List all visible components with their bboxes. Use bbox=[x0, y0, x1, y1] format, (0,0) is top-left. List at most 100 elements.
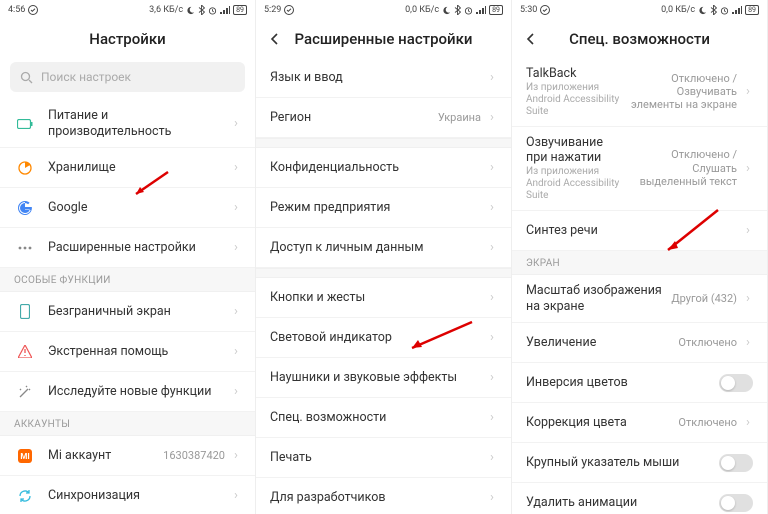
row-sub: Из приложения Android Accessibility Suit… bbox=[526, 166, 627, 202]
row-print[interactable]: Печать› bbox=[256, 438, 511, 478]
status-speed: 3,6 КБ/с bbox=[149, 5, 183, 15]
page-title: Расширенные настройки bbox=[295, 30, 473, 48]
moon-icon bbox=[442, 6, 451, 15]
row-display-scale[interactable]: Масштаб изображения на экране Другой (43… bbox=[512, 275, 767, 323]
row-label: Увеличение bbox=[526, 335, 678, 351]
header: Расширенные настройки bbox=[256, 20, 511, 58]
row-label: Mi аккаунт bbox=[48, 448, 163, 464]
row-language[interactable]: Язык и ввод› bbox=[256, 58, 511, 98]
chevron-right-icon: › bbox=[743, 161, 753, 176]
row-label: Синтез речи bbox=[526, 223, 743, 239]
row-led[interactable]: Световой индикатор› bbox=[256, 318, 511, 358]
signal-icon bbox=[732, 6, 742, 14]
row-large-pointer[interactable]: Крупный указатель мыши bbox=[512, 443, 767, 483]
signal-icon bbox=[220, 6, 230, 14]
row-sos[interactable]: Экстренная помощь › bbox=[0, 332, 255, 372]
chevron-right-icon: › bbox=[743, 415, 753, 430]
dots-icon bbox=[14, 246, 36, 250]
chevron-right-icon: › bbox=[231, 448, 241, 463]
check-icon bbox=[28, 5, 38, 15]
chevron-right-icon: › bbox=[487, 330, 497, 345]
row-label: TalkBack bbox=[526, 66, 627, 82]
row-value: Отключено bbox=[678, 416, 737, 429]
check-icon bbox=[540, 5, 550, 15]
chevron-right-icon: › bbox=[231, 240, 241, 255]
settings-list: Питание и производительность › Хранилище… bbox=[0, 100, 255, 514]
row-select-to-speak[interactable]: Озвучивание при нажатии Из приложения An… bbox=[512, 127, 767, 211]
row-sub: Из приложения Android Accessibility Suit… bbox=[526, 82, 627, 118]
row-mi-account[interactable]: MI Mi аккаунт 1630387420 › bbox=[0, 436, 255, 476]
row-value: Отключено / Озвучивать элементы на экран… bbox=[627, 72, 737, 112]
row-label: Удалить анимации bbox=[526, 495, 719, 511]
alarm-icon bbox=[720, 6, 729, 15]
row-label: Доступ к личным данным bbox=[270, 240, 487, 256]
row-personal-data[interactable]: Доступ к личным данным› bbox=[256, 228, 511, 268]
row-label: Синхронизация bbox=[48, 488, 231, 504]
signal-icon bbox=[476, 6, 486, 14]
row-buttons[interactable]: Кнопки и жесты› bbox=[256, 278, 511, 318]
row-magnification[interactable]: Увеличение Отключено › bbox=[512, 323, 767, 363]
row-headphones[interactable]: Наушники и звуковые эффекты› bbox=[256, 358, 511, 398]
row-developer[interactable]: Для разработчиков› bbox=[256, 478, 511, 514]
row-label: Коррекция цвета bbox=[526, 415, 678, 431]
row-label: Для разработчиков bbox=[270, 490, 487, 506]
row-region[interactable]: РегионУкраина› bbox=[256, 98, 511, 138]
back-button[interactable] bbox=[522, 30, 540, 48]
page-title: Спец. возможности bbox=[569, 30, 710, 48]
toggle[interactable] bbox=[719, 454, 753, 472]
page-title: Настройки bbox=[89, 30, 165, 48]
advanced-list: Язык и ввод› РегионУкраина› Конфиденциал… bbox=[256, 58, 511, 514]
chevron-right-icon: › bbox=[231, 344, 241, 359]
alarm-icon bbox=[208, 6, 217, 15]
row-label: Озвучивание при нажатии bbox=[526, 135, 627, 166]
search-placeholder: Поиск настроек bbox=[41, 70, 131, 84]
status-speed: 0,0 КБ/с bbox=[661, 5, 695, 15]
row-advanced[interactable]: Расширенные настройки › bbox=[0, 228, 255, 268]
row-color-correction[interactable]: Коррекция цвета Отключено › bbox=[512, 403, 767, 443]
row-label: Наушники и звуковые эффекты bbox=[270, 370, 487, 386]
row-label: Инверсия цветов bbox=[526, 375, 719, 391]
status-bar: 5:29 0,0 КБ/с 89 bbox=[256, 0, 511, 20]
chevron-right-icon: › bbox=[231, 384, 241, 399]
row-enterprise[interactable]: Режим предприятия› bbox=[256, 188, 511, 228]
chevron-right-icon: › bbox=[231, 116, 241, 131]
row-label: Расширенные настройки bbox=[48, 240, 231, 256]
sync-icon bbox=[14, 489, 36, 503]
row-label: Режим предприятия bbox=[270, 200, 487, 216]
search-input[interactable]: Поиск настроек bbox=[10, 62, 245, 92]
toggle[interactable] bbox=[719, 494, 753, 512]
screen-advanced: 5:29 0,0 КБ/с 89 Расширенные настройки Я… bbox=[256, 0, 512, 514]
bluetooth-icon bbox=[198, 5, 205, 15]
status-battery: 89 bbox=[489, 5, 503, 15]
status-speed: 0,0 КБ/с bbox=[405, 5, 439, 15]
battery-icon bbox=[14, 119, 36, 129]
moon-icon bbox=[186, 6, 195, 15]
row-accessibility[interactable]: Спец. возможности› bbox=[256, 398, 511, 438]
row-tts[interactable]: Синтез речи › bbox=[512, 211, 767, 251]
moon-icon bbox=[698, 6, 707, 15]
row-explore[interactable]: Исследуйте новые функции › bbox=[0, 372, 255, 412]
gap bbox=[256, 268, 511, 278]
row-talkback[interactable]: TalkBack Из приложения Android Accessibi… bbox=[512, 58, 767, 127]
row-sync[interactable]: Синхронизация › bbox=[0, 476, 255, 514]
row-privacy[interactable]: Конфиденциальность› bbox=[256, 148, 511, 188]
row-google[interactable]: Google › bbox=[0, 188, 255, 228]
row-battery[interactable]: Питание и производительность › bbox=[0, 100, 255, 148]
row-invert-colors[interactable]: Инверсия цветов bbox=[512, 363, 767, 403]
row-label: Хранилище bbox=[48, 160, 231, 176]
chevron-right-icon: › bbox=[743, 291, 753, 306]
chevron-right-icon: › bbox=[231, 200, 241, 215]
warning-icon bbox=[14, 345, 36, 358]
toggle[interactable] bbox=[719, 374, 753, 392]
row-label: Питание и производительность bbox=[48, 108, 231, 139]
row-storage[interactable]: Хранилище › bbox=[0, 148, 255, 188]
gap bbox=[256, 138, 511, 148]
storage-icon bbox=[14, 161, 36, 175]
chevron-right-icon: › bbox=[231, 160, 241, 175]
row-value: Другой (432) bbox=[671, 292, 737, 305]
chevron-right-icon: › bbox=[231, 488, 241, 503]
back-button[interactable] bbox=[266, 30, 284, 48]
chevron-right-icon: › bbox=[487, 200, 497, 215]
row-remove-animations[interactable]: Удалить анимации bbox=[512, 483, 767, 514]
row-fullscreen[interactable]: Безграничный экран › bbox=[0, 292, 255, 332]
